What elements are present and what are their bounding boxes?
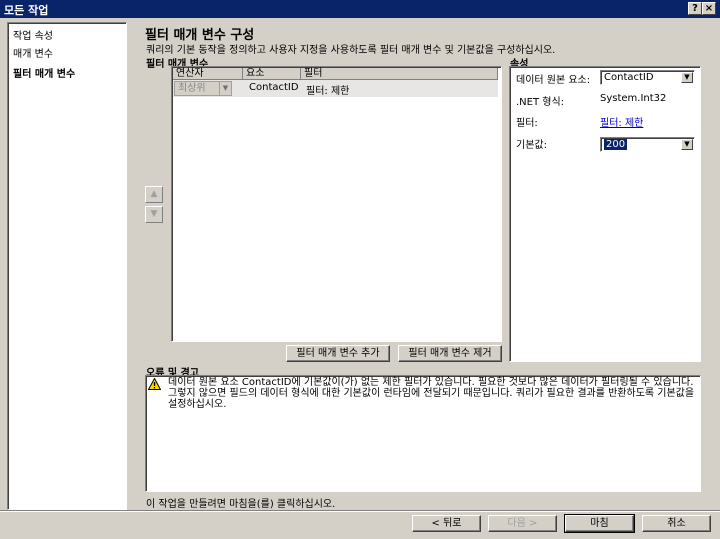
back-button[interactable]: < 뒤로	[412, 515, 481, 532]
finish-button[interactable]: 마침	[564, 514, 635, 533]
up-arrow-icon: ▲	[150, 189, 158, 199]
nav-panel: 작업 속성 매개 변수 필터 매개 변수	[7, 22, 127, 510]
datasource-value: ContactID	[604, 72, 654, 83]
move-up-button[interactable]: ▲	[145, 186, 163, 203]
filter-link[interactable]: 필터: 제한	[600, 114, 643, 129]
default-value: 200	[604, 139, 628, 150]
status-text: 이 작업을 만들려면 마침을(를) 클릭하십시오.	[146, 499, 336, 510]
nav-item-task-properties[interactable]: 작업 속성	[13, 27, 53, 42]
warning-message: 데이터 원본 요소 ContactID에 기본값이(가) 없는 제한 필터가 있…	[168, 377, 695, 410]
row-element: ContactID	[249, 82, 299, 93]
warning-icon	[148, 378, 161, 390]
default-value-dropdown[interactable]: 200 ▼	[600, 137, 695, 152]
cancel-button[interactable]: 취소	[642, 515, 711, 532]
datasource-dropdown[interactable]: ContactID ▼	[600, 70, 695, 85]
remove-filter-param-button[interactable]: 필터 매개 변수 제거	[398, 345, 502, 362]
column-header-element[interactable]: 요소	[243, 68, 301, 80]
close-button[interactable]: ×	[702, 2, 716, 15]
add-filter-param-button[interactable]: 필터 매개 변수 추가	[286, 345, 390, 362]
filter-params-grid	[171, 66, 502, 342]
move-down-button[interactable]: ▼	[145, 206, 163, 223]
operator-dropdown[interactable]: 최상위 ▼	[174, 81, 232, 96]
next-button[interactable]: 다음 >	[488, 515, 557, 532]
nettype-value: System.Int32	[600, 93, 667, 104]
help-button[interactable]: ?	[688, 2, 702, 15]
footer-divider	[0, 510, 720, 512]
window-title-bar: 모든 작업	[0, 0, 720, 18]
operator-value: 최상위	[178, 83, 206, 94]
chevron-down-icon: ▼	[681, 72, 693, 83]
datasource-label: 데이터 원본 요소:	[516, 75, 591, 86]
column-header-filter[interactable]: 필터	[301, 68, 498, 80]
row-filter: 필터: 제한	[306, 86, 350, 97]
chevron-down-icon: ▼	[219, 82, 231, 95]
nav-item-parameters[interactable]: 매개 변수	[13, 45, 53, 60]
nettype-label: .NET 형식:	[516, 97, 565, 108]
default-value-label: 기본값:	[516, 140, 547, 151]
properties-panel	[509, 66, 701, 362]
window-title: 모든 작업	[4, 4, 49, 17]
filter-label: 필터:	[516, 118, 538, 129]
down-arrow-icon: ▼	[150, 209, 158, 219]
column-header-operator[interactable]: 연산자	[173, 68, 243, 80]
nav-item-filter-parameters[interactable]: 필터 매개 변수	[13, 65, 75, 80]
page-description: 쿼리의 기본 동작을 정의하고 사용자 지정을 사용하도록 필터 매개 변수 및…	[146, 45, 556, 56]
chevron-down-icon: ▼	[681, 139, 693, 150]
